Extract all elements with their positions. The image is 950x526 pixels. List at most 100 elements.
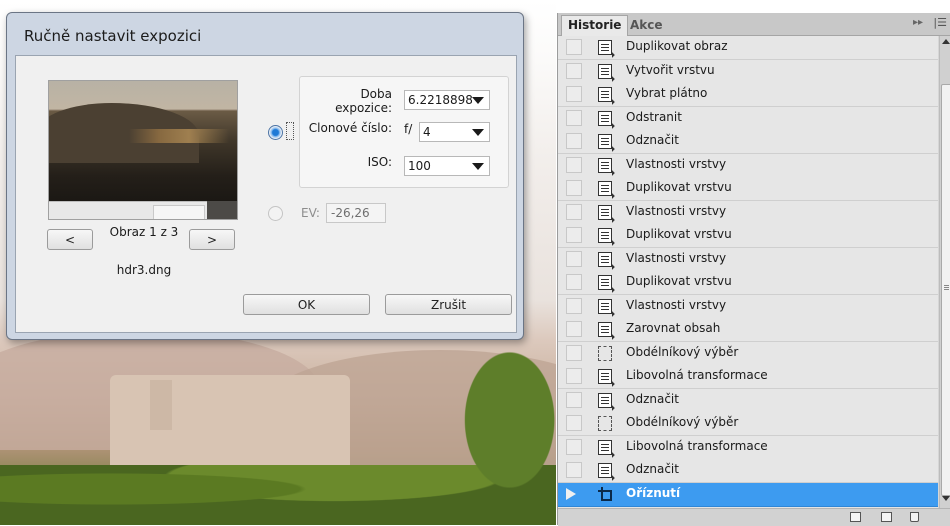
manual-settings-radio[interactable] [268,125,283,140]
history-state-label: Libovolná transformace [626,368,768,382]
doc-icon [598,392,612,408]
history-state-label: Vybrat plátno [626,86,708,100]
history-brush-source-checkbox[interactable] [566,297,582,314]
doc-icon [598,439,612,455]
aperture-value: 4 [423,125,431,139]
ev-label: EV: [301,206,320,220]
history-brush-source-checkbox[interactable] [566,368,582,384]
doc-icon [598,275,612,290]
history-state-row[interactable]: Odznačit [558,459,938,483]
history-panel: Historie Akce ▸▸ |☰ Duplikovat obraz Vytv… [557,13,950,526]
image-filename: hdr3.dng [116,263,172,277]
history-state-row[interactable]: Vlastnosti vrstvy [558,153,938,178]
history-state-row[interactable]: Duplikovat vrstvu [558,177,938,201]
doc-icon [598,251,612,267]
history-state-row[interactable]: Odznačit [558,388,938,413]
history-state-row[interactable]: Oříznutí [558,482,938,507]
history-state-row[interactable]: Duplikovat vrstvu [558,271,938,295]
history-list: Duplikovat obraz Vytvořit vrstvu Vybrat pl… [558,36,938,508]
history-state-label: Odznačit [626,133,679,147]
history-state-row[interactable]: Duplikovat obraz [558,36,938,60]
trash-icon[interactable] [910,512,919,522]
marquee-icon [598,416,612,431]
aperture-dropdown[interactable]: 4 [419,122,490,142]
history-state-row[interactable]: Vytvořit vrstvu [558,59,938,84]
history-state-row[interactable]: Obdélníkový výběr [558,412,938,436]
exposure-settings-group: Doba expozice: 6.2218898 Clonové číslo: … [299,76,509,188]
history-state-label: Vlastnosti vrstvy [626,297,727,312]
cancel-button[interactable]: Zrušit [385,294,512,315]
history-state-label: Vytvořit vrstvu [626,62,715,77]
history-brush-source-checkbox[interactable] [566,438,582,455]
history-state-row[interactable]: Libovolná transformace [558,365,938,389]
history-brush-source-checkbox[interactable] [566,274,582,290]
history-brush-source-checkbox[interactable] [566,415,582,431]
photo-town [110,375,350,465]
manual-exposure-dialog: Ručně nastavit expozici < Obraz 1 z 3 > … [6,12,524,340]
scroll-up-arrow-icon[interactable] [942,39,950,44]
photo-trees-right [440,350,556,525]
grip-icon [944,285,949,286]
iso-value: 100 [408,159,431,173]
collapse-panel-icon[interactable]: ▸▸ [913,17,923,28]
history-state-row[interactable]: Odstranit [558,106,938,131]
history-state-label: Zarovnat obsah [626,321,721,335]
photo-tower [150,380,172,430]
ok-button[interactable]: OK [243,294,370,315]
history-brush-source-checkbox[interactable] [566,133,582,149]
doc-icon [598,322,612,337]
history-state-row[interactable]: Vlastnosti vrstvy [558,200,938,225]
history-state-label: Odznačit [626,391,679,406]
history-brush-source-checkbox[interactable] [566,344,582,361]
previous-image-button[interactable]: < [47,229,93,250]
history-state-row[interactable]: Vlastnosti vrstvy [558,294,938,319]
iso-dropdown[interactable]: 100 [404,156,490,176]
history-brush-source-checkbox[interactable] [566,203,582,220]
exposure-time-dropdown[interactable]: 6.2218898 [404,90,490,110]
doc-icon [598,63,612,79]
history-brush-source-icon[interactable] [566,487,576,500]
history-state-label: Oříznutí [626,485,681,500]
history-brush-source-checkbox[interactable] [566,109,582,126]
history-state-label: Duplikovat vrstvu [626,274,732,288]
crop-icon [598,486,612,502]
history-brush-source-checkbox[interactable] [566,86,582,102]
panel-menu-icon[interactable]: |☰ [933,16,947,29]
camera-snapshot-icon[interactable] [881,512,892,522]
history-brush-source-checkbox[interactable] [566,180,582,196]
history-state-row[interactable]: Zarovnat obsah [558,318,938,342]
image-preview [48,80,238,220]
preview-dark-corner [207,201,237,219]
history-brush-source-checkbox[interactable] [566,156,582,173]
doc-icon [598,204,612,220]
preview-thumb [153,205,205,219]
history-state-row[interactable]: Vlastnosti vrstvy [558,247,938,272]
history-brush-source-checkbox[interactable] [566,62,582,79]
panel-footer [558,508,950,526]
history-brush-source-checkbox[interactable] [566,250,582,267]
history-state-row[interactable]: Libovolná transformace [558,435,938,460]
tab-history[interactable]: Historie [561,15,629,36]
history-brush-source-checkbox[interactable] [566,462,582,478]
history-state-row[interactable]: Odznačit [558,130,938,154]
history-state-row[interactable]: Duplikovat vrstvu [558,224,938,248]
history-state-row[interactable]: Obdélníkový výběr [558,341,938,366]
new-document-from-state-icon[interactable] [850,512,861,522]
tab-actions[interactable]: Akce [624,16,669,35]
history-state-label: Obdélníkový výběr [626,344,739,359]
ev-radio[interactable] [268,206,283,221]
history-brush-source-checkbox[interactable] [566,391,582,408]
scroll-thumb[interactable] [941,84,950,496]
scroll-down-arrow-icon[interactable] [942,496,950,501]
doc-icon [598,40,612,55]
ev-field[interactable]: -26,26 [326,203,386,223]
next-image-button[interactable]: > [189,229,235,250]
history-brush-source-checkbox[interactable] [566,321,582,337]
history-brush-source-checkbox[interactable] [566,227,582,243]
history-scrollbar[interactable] [939,36,950,508]
doc-icon [598,110,612,126]
doc-icon [598,228,612,243]
history-state-row[interactable]: Vybrat plátno [558,83,938,107]
history-brush-source-checkbox[interactable] [566,39,582,55]
doc-icon [598,157,612,173]
